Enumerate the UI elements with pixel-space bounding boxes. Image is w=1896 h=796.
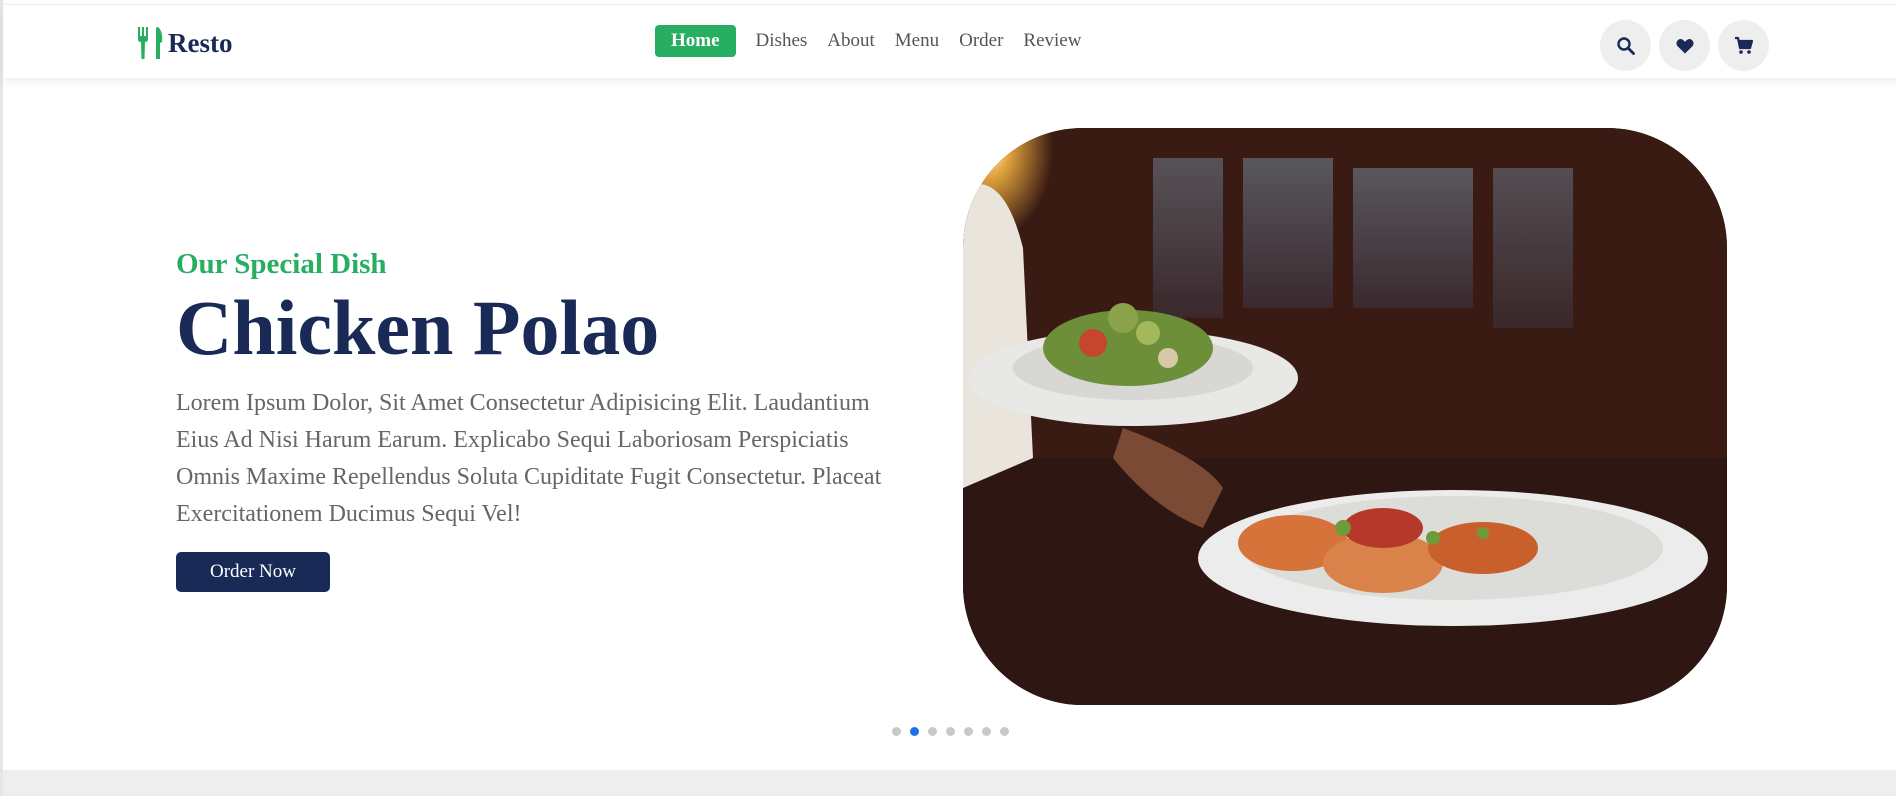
logo[interactable]: Resto: [136, 23, 232, 63]
cart-button[interactable]: [1718, 20, 1769, 71]
cart-icon: [1734, 36, 1753, 54]
nav-menu[interactable]: Menu: [895, 25, 939, 57]
slide-dot[interactable]: [928, 727, 937, 736]
page: Resto Home Dishes About Menu Order Revie…: [0, 0, 1896, 796]
slide-dot[interactable]: [964, 727, 973, 736]
slide-dot[interactable]: [946, 727, 955, 736]
hero-image: [963, 128, 1727, 705]
slider-pagination: [892, 727, 1009, 736]
nav-home[interactable]: Home: [655, 25, 736, 57]
header: Resto Home Dishes About Menu Order Revie…: [3, 4, 1896, 78]
nav-review[interactable]: Review: [1023, 25, 1081, 57]
slide-dot[interactable]: [892, 727, 901, 736]
main-nav: Home Dishes About Menu Order Review: [655, 25, 1081, 57]
nav-order[interactable]: Order: [959, 25, 1003, 57]
dish-photo: [963, 128, 1727, 705]
logo-text: Resto: [168, 27, 233, 58]
search-button[interactable]: [1600, 20, 1651, 71]
hero-description: Lorem Ipsum Dolor, Sit Amet Consectetur …: [176, 390, 882, 527]
search-icon: [1616, 36, 1635, 55]
nav-about[interactable]: About: [827, 25, 875, 57]
hero-content: Our Special Dish Chicken Polao Lorem Ips…: [176, 248, 926, 592]
slide-dot-active[interactable]: [910, 727, 919, 736]
nav-dishes[interactable]: Dishes: [756, 25, 808, 57]
slide-dot[interactable]: [1000, 727, 1009, 736]
header-icons: [1600, 20, 1769, 71]
utensils-icon: [138, 27, 163, 59]
next-section-band: [3, 770, 1896, 796]
heart-icon: [1675, 38, 1694, 53]
hero-subtitle: Our Special Dish: [176, 248, 387, 280]
order-now-button[interactable]: Order Now: [176, 552, 330, 592]
slide-dot[interactable]: [982, 727, 991, 736]
wishlist-button[interactable]: [1659, 20, 1710, 71]
hero-title: Chicken Polao: [176, 284, 660, 371]
